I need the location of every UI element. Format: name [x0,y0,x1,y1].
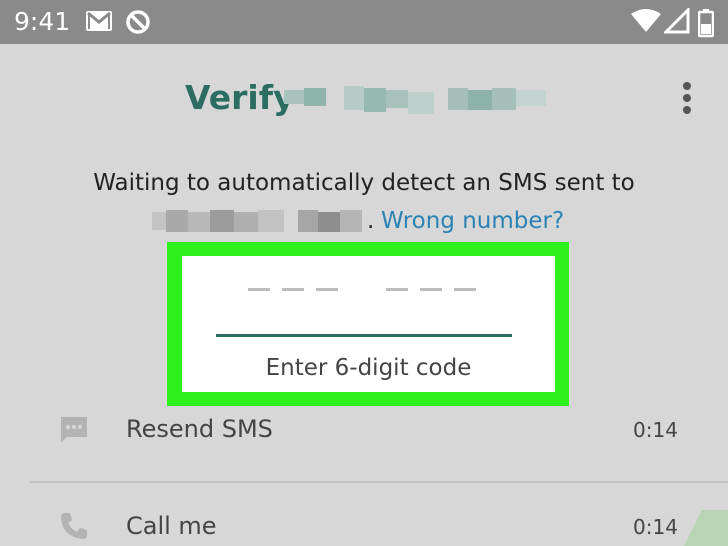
gmail-icon [86,11,112,31]
verify-screen: Verify Waiting to automatically detect a… [0,44,728,546]
digit-slot-6 [454,288,476,291]
resend-sms-timer: 0:14 [633,418,678,442]
status-bar: 9:41 [0,0,728,44]
call-me-timer: 0:14 [633,515,678,539]
sync-off-icon [126,10,150,34]
message-icon [61,417,87,443]
code-hint: Enter 6-digit code [265,355,472,381]
phone-icon [61,513,87,539]
page-title: Verify [185,78,295,117]
cellular-signal-icon [664,8,690,34]
code-entry-box[interactable]: Enter 6-digit code [182,256,555,392]
code-digit-placeholders[interactable] [182,278,555,298]
more-vert-icon[interactable] [680,80,694,116]
battery-icon [698,9,714,38]
digit-slot-5 [420,288,442,291]
corner-decoration [684,510,728,546]
wifi-icon [631,9,661,32]
sentence-period: . [367,208,375,234]
waiting-message: Waiting to automatically detect an SMS s… [93,170,635,196]
digit-slot-1 [248,288,270,291]
digit-slot-2 [282,288,304,291]
redacted-phone-number [284,84,550,118]
resend-sms-button[interactable]: Resend SMS [126,413,273,445]
wrong-number-link[interactable]: Wrong number? [381,206,564,236]
status-time: 9:41 [14,7,71,36]
redacted-phone-number-inline [152,210,364,232]
code-input-underline [216,334,512,337]
call-me-button[interactable]: Call me [126,510,217,542]
digit-slot-4 [386,288,408,291]
divider [30,481,728,483]
digit-slot-3 [316,288,338,291]
